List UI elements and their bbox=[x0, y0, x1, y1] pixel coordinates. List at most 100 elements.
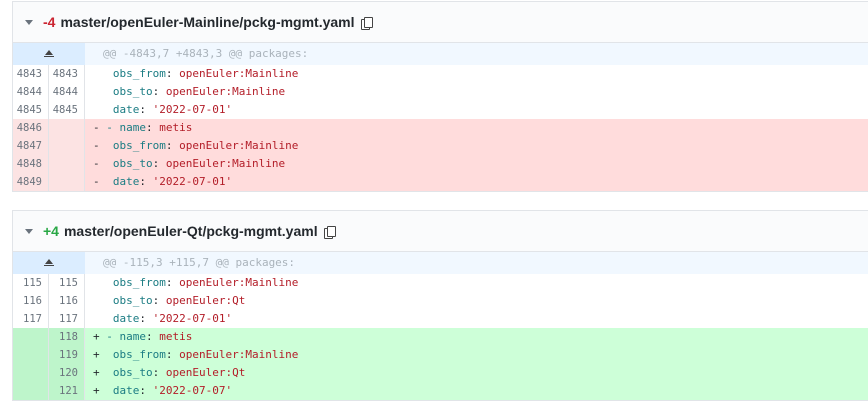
collapse-chevron-icon[interactable] bbox=[25, 19, 33, 25]
code-line: - - name: metis bbox=[93, 121, 193, 134]
collapse-chevron-icon[interactable] bbox=[25, 228, 33, 234]
diff-marker bbox=[93, 294, 100, 307]
old-line-number[interactable] bbox=[13, 346, 49, 364]
yaml-key: obs_to bbox=[112, 294, 153, 307]
new-line-number[interactable]: 4845 bbox=[49, 101, 85, 119]
yaml-value: openEuler:Qt bbox=[165, 366, 246, 379]
diff-row: 4843 4843 obs_from: openEuler:Mainline bbox=[13, 65, 868, 83]
yaml-value: openEuler:Mainline bbox=[165, 157, 286, 170]
diff-file-2: +4 master/openEuler-Qt/pckg-mgmt.yaml @@… bbox=[12, 210, 868, 401]
yaml-value: openEuler:Mainline bbox=[179, 139, 299, 152]
diff-marker: - bbox=[93, 157, 100, 170]
old-line-number[interactable]: 4849 bbox=[13, 173, 49, 191]
diff-marker bbox=[93, 85, 100, 98]
expand-up-button[interactable] bbox=[13, 43, 85, 65]
code-line: date: '2022-07-01' bbox=[85, 101, 868, 119]
new-line-number[interactable] bbox=[49, 173, 85, 191]
new-line-number[interactable]: 115 bbox=[49, 274, 85, 292]
diff-file-1: -4 master/openEuler-Mainline/pckg-mgmt.y… bbox=[12, 1, 868, 192]
new-line-number[interactable]: 119 bbox=[49, 346, 85, 364]
old-line-number[interactable]: 117 bbox=[13, 310, 49, 328]
old-line-number[interactable] bbox=[13, 328, 49, 346]
file-path[interactable]: master/openEuler-Qt/pckg-mgmt.yaml bbox=[64, 223, 318, 239]
new-line-number[interactable]: 120 bbox=[49, 364, 85, 382]
new-line-number[interactable]: 4843 bbox=[49, 65, 85, 83]
yaml-value: '2022-07-01' bbox=[152, 312, 233, 325]
new-line-number[interactable]: 121 bbox=[49, 382, 85, 400]
diff-marker: - bbox=[93, 121, 107, 134]
hunk-header: @@ -115,3 +115,7 @@ packages: bbox=[13, 252, 868, 274]
new-line-number[interactable] bbox=[49, 155, 85, 173]
yaml-value: openEuler:Mainline bbox=[179, 276, 299, 289]
yaml-value: metis bbox=[159, 121, 193, 134]
diff-marker: - bbox=[93, 139, 100, 152]
old-line-number[interactable]: 115 bbox=[13, 274, 49, 292]
code-line: + date: '2022-07-07' bbox=[93, 384, 233, 397]
yaml-key: obs_from bbox=[112, 276, 166, 289]
deleted-row: 4846 - - name: metis bbox=[13, 119, 868, 137]
yaml-key: - name bbox=[106, 121, 146, 134]
new-line-number[interactable]: 4844 bbox=[49, 83, 85, 101]
deleted-row: 4847 - obs_from: openEuler:Mainline bbox=[13, 137, 868, 155]
yaml-key: date bbox=[112, 312, 140, 325]
old-line-number[interactable]: 4847 bbox=[13, 137, 49, 155]
new-line-number[interactable]: 117 bbox=[49, 310, 85, 328]
expand-up-button[interactable] bbox=[13, 252, 85, 274]
yaml-value: '2022-07-07' bbox=[152, 384, 233, 397]
yaml-key: obs_to bbox=[112, 366, 153, 379]
old-line-number[interactable]: 116 bbox=[13, 292, 49, 310]
copy-icon[interactable] bbox=[323, 225, 336, 239]
old-line-number[interactable]: 4843 bbox=[13, 65, 49, 83]
old-line-number[interactable]: 4845 bbox=[13, 101, 49, 119]
old-line-number[interactable] bbox=[13, 382, 49, 400]
added-row: 120 + obs_to: openEuler:Qt bbox=[13, 364, 868, 382]
new-line-number[interactable]: 116 bbox=[49, 292, 85, 310]
hunk-header: @@ -4843,7 +4843,3 @@ packages: bbox=[13, 43, 868, 65]
yaml-key: - name bbox=[106, 330, 146, 343]
diff-row: 4845 4845 date: '2022-07-01' bbox=[13, 101, 868, 119]
yaml-key: obs_from bbox=[112, 139, 166, 152]
new-line-number[interactable] bbox=[49, 137, 85, 155]
added-row: 118 + - name: metis bbox=[13, 328, 868, 346]
old-line-number[interactable]: 4848 bbox=[13, 155, 49, 173]
yaml-key: date bbox=[112, 384, 140, 397]
code-line: - date: '2022-07-01' bbox=[93, 175, 233, 188]
code-line: obs_to: openEuler:Qt bbox=[85, 292, 868, 310]
diff-row: 4844 4844 obs_to: openEuler:Mainline bbox=[13, 83, 868, 101]
diff-marker bbox=[93, 103, 100, 116]
file-header: +4 master/openEuler-Qt/pckg-mgmt.yaml bbox=[13, 211, 868, 252]
yaml-value: openEuler:Qt bbox=[165, 294, 246, 307]
yaml-value: openEuler:Mainline bbox=[165, 85, 286, 98]
file-path[interactable]: master/openEuler-Mainline/pckg-mgmt.yaml bbox=[60, 14, 354, 30]
new-line-number[interactable]: 118 bbox=[49, 328, 85, 346]
diff-marker bbox=[93, 276, 100, 289]
yaml-value: '2022-07-01' bbox=[152, 103, 233, 116]
old-line-number[interactable]: 4846 bbox=[13, 119, 49, 137]
code-line: + - name: metis bbox=[93, 330, 193, 343]
expand-up-icon bbox=[44, 259, 54, 267]
code-line: + obs_to: openEuler:Qt bbox=[93, 366, 246, 379]
new-line-number[interactable] bbox=[49, 119, 85, 137]
code-line: obs_to: openEuler:Mainline bbox=[85, 83, 868, 101]
file-header: -4 master/openEuler-Mainline/pckg-mgmt.y… bbox=[13, 2, 868, 43]
addition-count: +4 bbox=[43, 223, 59, 239]
diff-row: 117 117 date: '2022-07-01' bbox=[13, 310, 868, 328]
old-line-number[interactable] bbox=[13, 364, 49, 382]
code-line: obs_from: openEuler:Mainline bbox=[85, 274, 868, 292]
yaml-value: '2022-07-01' bbox=[152, 175, 233, 188]
diff-marker: + bbox=[93, 366, 100, 379]
code-line: date: '2022-07-01' bbox=[85, 310, 868, 328]
code-line: + obs_from: openEuler:Mainline bbox=[93, 348, 299, 361]
old-line-number[interactable]: 4844 bbox=[13, 83, 49, 101]
deleted-row: 4848 - obs_to: openEuler:Mainline bbox=[13, 155, 868, 173]
copy-icon[interactable] bbox=[360, 16, 373, 30]
